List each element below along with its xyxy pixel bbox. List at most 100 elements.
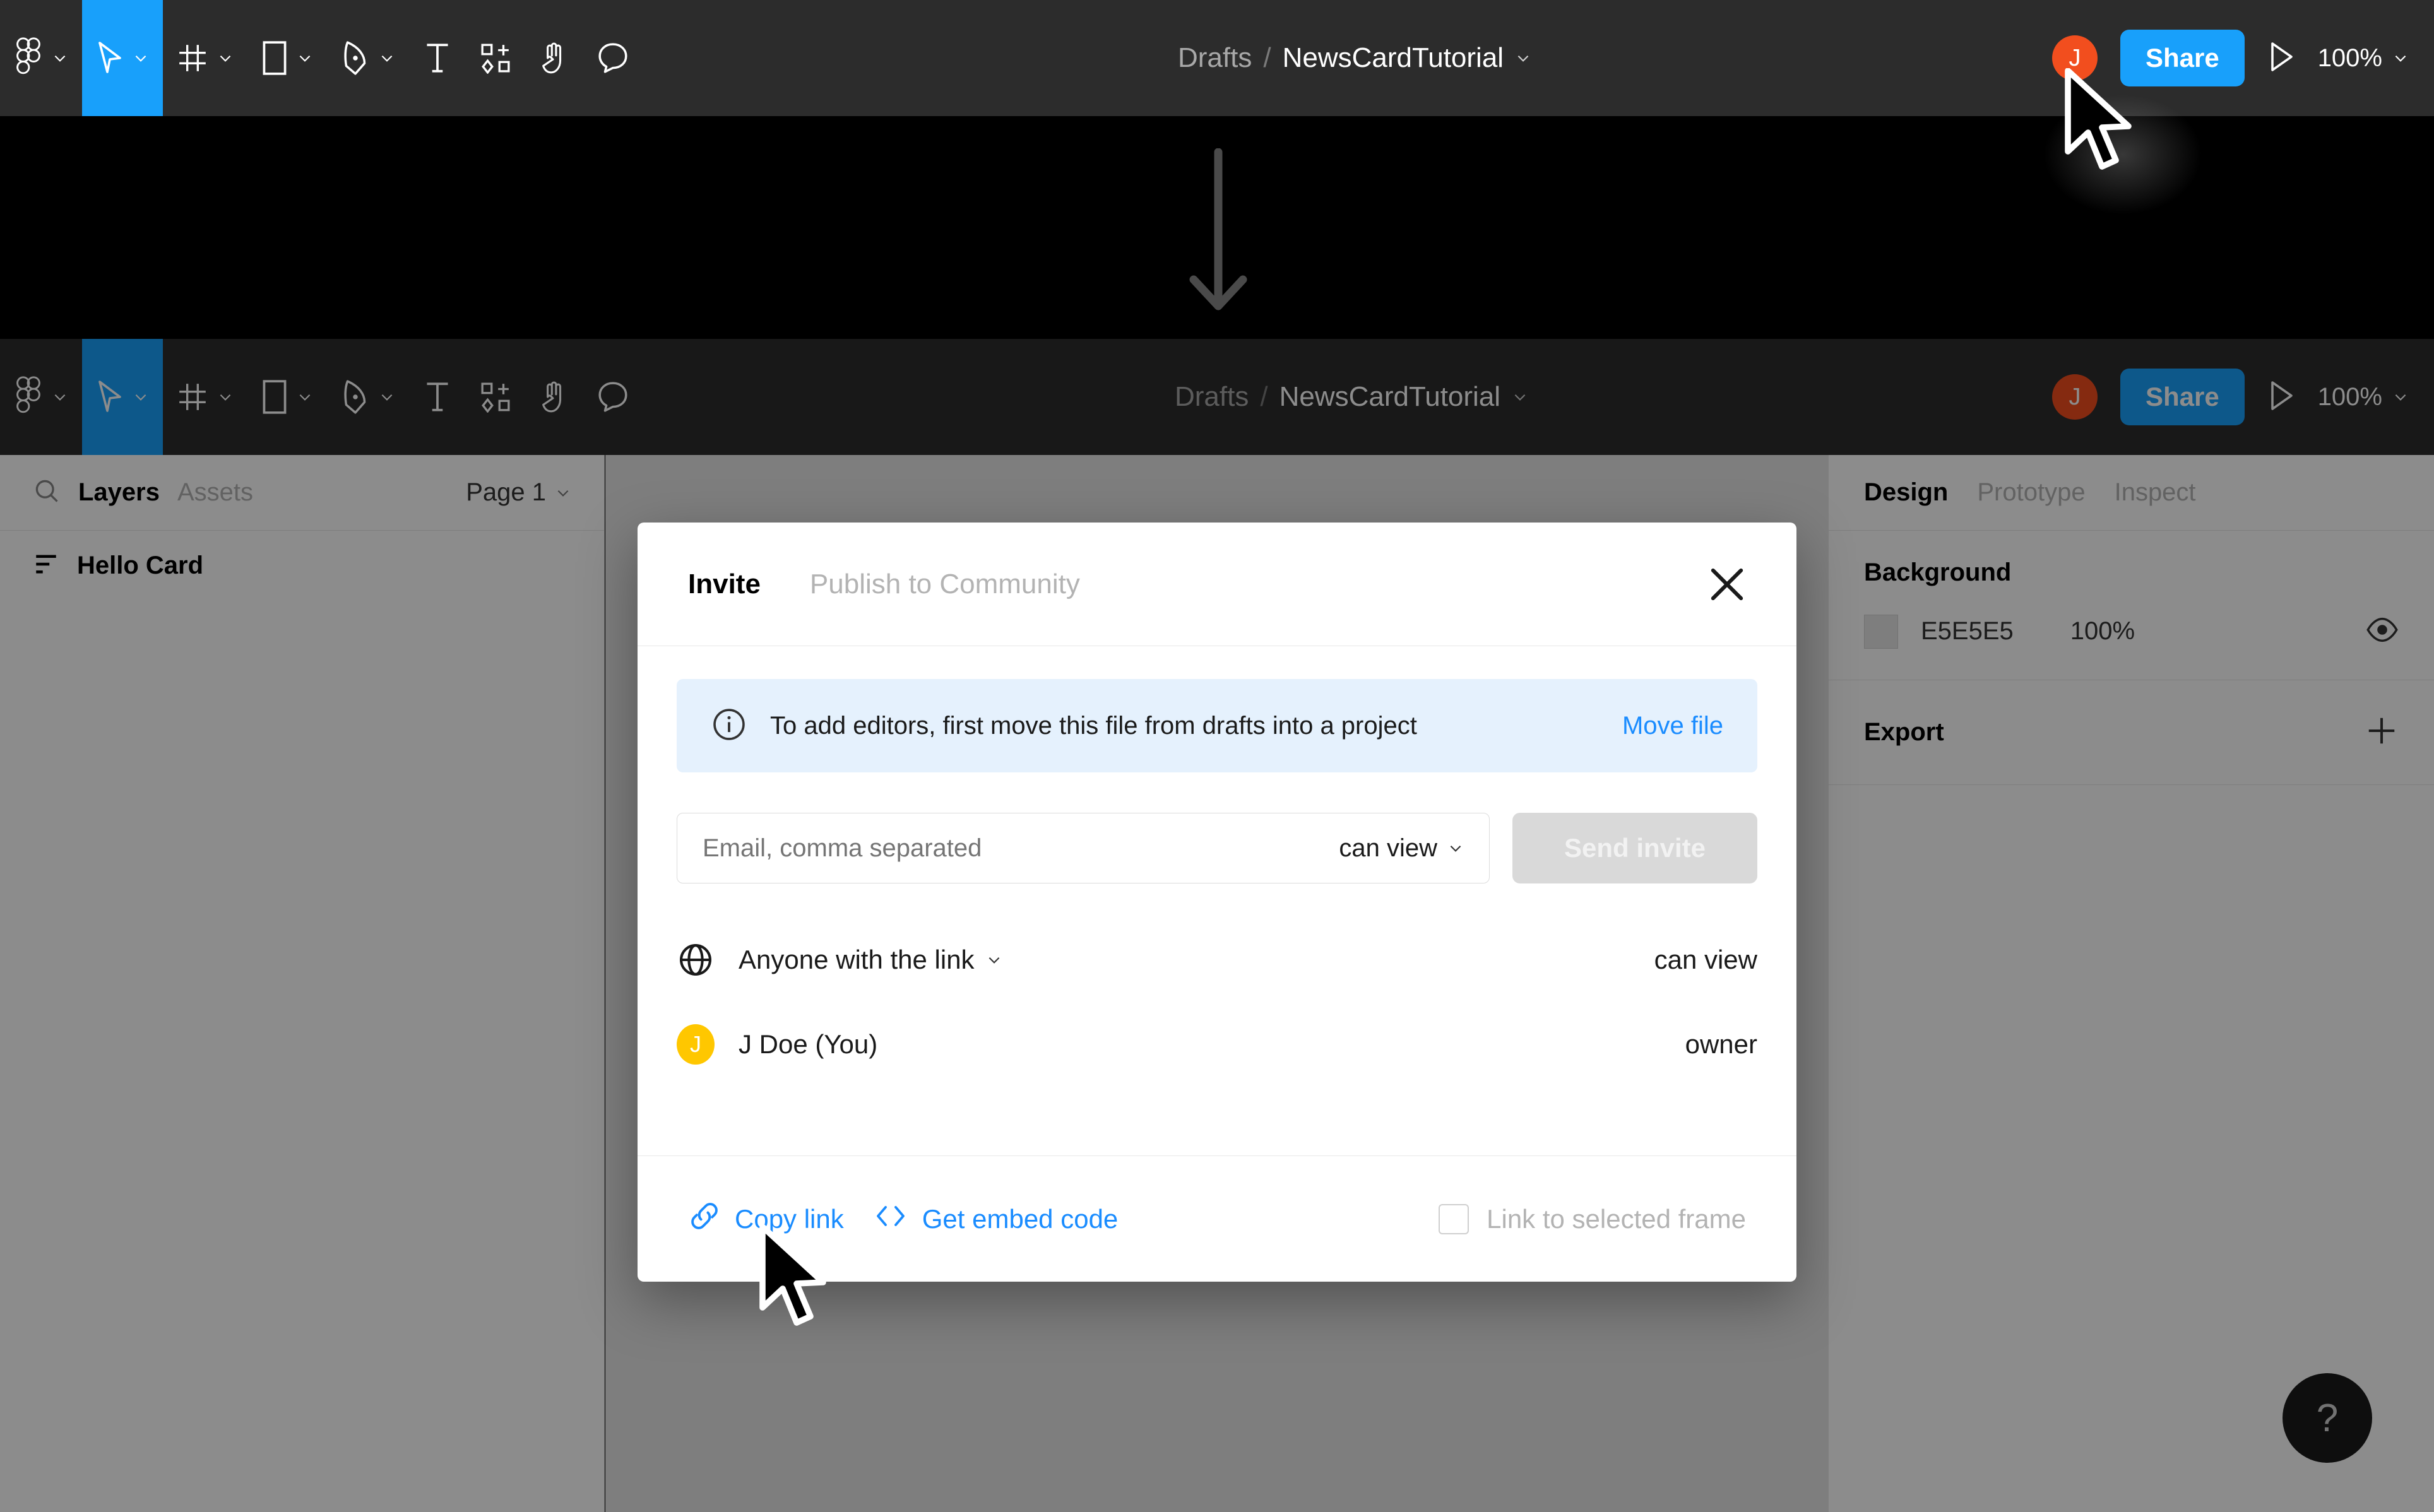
link-permission-value[interactable]: can view	[1654, 945, 1757, 975]
chevron-down-icon[interactable]	[1512, 389, 1528, 405]
resources-tool-icon	[480, 381, 511, 413]
text-tool-icon	[423, 40, 452, 76]
email-field[interactable]: can view	[677, 813, 1490, 883]
tool-comment[interactable]	[583, 339, 643, 455]
modal-body: To add editors, first move this file fro…	[638, 646, 1796, 1155]
background-opacity[interactable]: 100%	[2070, 617, 2135, 646]
background-row: E5E5E5 100%	[1864, 613, 2399, 649]
breadcrumb-project[interactable]: Drafts	[1178, 42, 1252, 74]
email-input[interactable]	[703, 834, 1339, 863]
avatar: J	[677, 1024, 715, 1065]
link-to-selected-frame-checkbox[interactable]: Link to selected frame	[1439, 1203, 1746, 1234]
chevron-down-icon	[217, 50, 234, 66]
avatar-initial: J	[677, 1024, 715, 1065]
chevron-down-icon	[555, 485, 571, 501]
tab-prototype[interactable]: Prototype	[1977, 478, 2085, 507]
breadcrumb: Drafts / NewsCardTutorial	[1175, 381, 1528, 413]
modal-header: Invite Publish to Community	[638, 523, 1796, 646]
color-swatch[interactable]	[1864, 614, 1898, 649]
tool-hand[interactable]	[525, 0, 583, 116]
chevron-down-icon	[52, 389, 68, 405]
breadcrumb-file[interactable]: NewsCardTutorial	[1279, 381, 1500, 413]
tab-inspect[interactable]: Inspect	[2115, 478, 2196, 507]
share-row-owner: J J Doe (You) owner	[677, 1002, 1757, 1087]
tool-shape[interactable]	[247, 339, 327, 455]
zoom-level-label: 100%	[2317, 44, 2382, 72]
export-section: Export	[1829, 680, 2434, 785]
link-icon	[688, 1200, 721, 1239]
page-label: Page 1	[466, 478, 546, 506]
page-selector[interactable]: Page 1	[466, 478, 571, 507]
chevron-down-icon	[2392, 50, 2409, 66]
breadcrumb-project[interactable]: Drafts	[1175, 381, 1249, 413]
copy-link-button[interactable]: Copy link	[688, 1200, 844, 1239]
share-button[interactable]: Share	[2120, 30, 2245, 86]
search-icon[interactable]	[33, 477, 61, 508]
present-icon[interactable]	[2267, 41, 2295, 76]
tool-comment[interactable]	[583, 0, 643, 116]
zoom-control[interactable]: 100%	[2318, 44, 2409, 73]
shape-tool-icon	[261, 379, 288, 415]
chevron-down-icon	[297, 50, 313, 66]
plus-icon[interactable]	[2365, 714, 2399, 751]
permission-select[interactable]: can view	[1339, 834, 1464, 863]
link-access-select[interactable]: Anyone with the link	[739, 945, 1002, 975]
background-hex[interactable]: E5E5E5	[1921, 617, 2014, 646]
tool-shape[interactable]	[247, 0, 327, 116]
tool-move[interactable]	[82, 339, 163, 455]
tab-publish-to-community[interactable]: Publish to Community	[810, 569, 1080, 600]
list-item[interactable]: Hello Card	[0, 531, 604, 600]
breadcrumb-separator: /	[1263, 42, 1271, 73]
tool-text[interactable]	[409, 0, 466, 116]
present-icon[interactable]	[2267, 380, 2295, 415]
zoom-control[interactable]: 100%	[2318, 383, 2409, 411]
permission-label: can view	[1339, 834, 1437, 862]
pen-tool-icon	[341, 379, 370, 415]
frame-layer-icon	[33, 551, 59, 581]
background-section: Background E5E5E5 100%	[1829, 531, 2434, 680]
tool-frame[interactable]	[163, 339, 247, 455]
tool-resources[interactable]	[466, 0, 525, 116]
close-icon[interactable]	[1703, 560, 1751, 608]
tab-design[interactable]: Design	[1864, 478, 1948, 507]
tool-frame[interactable]	[163, 0, 247, 116]
right-panel-tabs: Design Prototype Inspect	[1829, 455, 2434, 531]
owner-permission-value: owner	[1685, 1029, 1757, 1059]
tab-layers[interactable]: Layers	[78, 478, 160, 507]
breadcrumb: Drafts / NewsCardTutorial	[1178, 42, 1531, 74]
resources-tool-icon	[480, 42, 511, 74]
tab-assets[interactable]: Assets	[177, 478, 253, 507]
tool-figma-menu[interactable]	[0, 339, 82, 455]
zoom-level-label: 100%	[2317, 382, 2382, 411]
eye-icon[interactable]	[2366, 613, 2399, 649]
embed-label: Get embed code	[922, 1203, 1119, 1234]
toolbar-app: Drafts / NewsCardTutorial J Share 100%	[0, 339, 2434, 455]
pen-tool-icon	[341, 40, 370, 76]
breadcrumb-separator: /	[1260, 381, 1268, 412]
tool-text[interactable]	[409, 339, 466, 455]
layer-name: Hello Card	[77, 551, 204, 579]
tab-invite[interactable]: Invite	[688, 569, 761, 600]
tool-figma-menu[interactable]	[0, 0, 82, 116]
share-button[interactable]: Share	[2120, 369, 2245, 425]
move-tool-icon	[96, 40, 124, 76]
tool-hand[interactable]	[525, 339, 583, 455]
invite-row: can view Send invite	[677, 813, 1757, 883]
help-button[interactable]: ?	[2283, 1373, 2372, 1463]
breadcrumb-file[interactable]: NewsCardTutorial	[1283, 42, 1504, 74]
frame-tool-icon	[177, 42, 208, 74]
send-invite-button[interactable]: Send invite	[1512, 813, 1757, 883]
get-embed-code-button[interactable]: Get embed code	[873, 1201, 1119, 1237]
tool-pen[interactable]	[327, 0, 409, 116]
chevron-down-icon	[133, 50, 149, 66]
chevron-down-icon[interactable]	[1515, 50, 1531, 66]
move-file-link[interactable]: Move file	[1622, 712, 1723, 740]
tool-move[interactable]	[82, 0, 163, 116]
copy-link-label: Copy link	[735, 1203, 844, 1234]
tool-pen[interactable]	[327, 339, 409, 455]
right-panel: Design Prototype Inspect Background E5E5…	[1828, 455, 2434, 1512]
avatar[interactable]: J	[2051, 374, 2098, 420]
avatar[interactable]: J	[2051, 35, 2098, 81]
tool-resources[interactable]	[466, 339, 525, 455]
shape-tool-icon	[261, 40, 288, 76]
